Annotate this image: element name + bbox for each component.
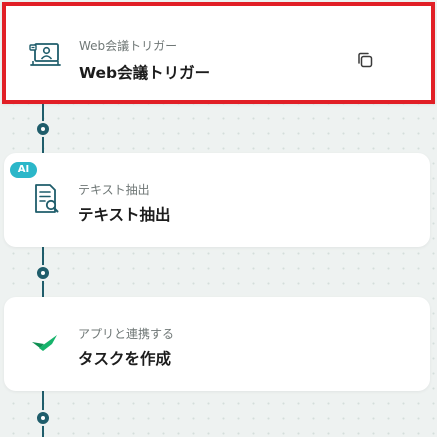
- copy-icon[interactable]: [355, 50, 375, 70]
- ai-badge: AI: [10, 162, 37, 178]
- flow-step-card-create-task[interactable]: アプリと連携する タスクを作成: [4, 297, 430, 391]
- step-title: Web会議トリガー: [79, 64, 211, 82]
- add-step-button[interactable]: [35, 410, 51, 426]
- step-title: テキスト抽出: [78, 206, 171, 224]
- step-title: タスクを作成: [78, 350, 172, 368]
- add-step-button[interactable]: [35, 121, 51, 137]
- step-subtitle: テキスト抽出: [78, 183, 150, 197]
- video-meeting-icon: [26, 38, 64, 76]
- checkmark-app-icon: [26, 323, 64, 361]
- flow-step-card-text-extraction[interactable]: テキスト抽出 テキスト抽出: [4, 153, 430, 247]
- flow-step-card-web-meeting-trigger[interactable]: Web会議トリガー Web会議トリガー: [2, 2, 435, 104]
- step-subtitle: Web会議トリガー: [79, 39, 178, 53]
- step-subtitle: アプリと連携する: [78, 327, 175, 341]
- add-step-button[interactable]: [35, 265, 51, 281]
- document-search-icon: [26, 179, 64, 217]
